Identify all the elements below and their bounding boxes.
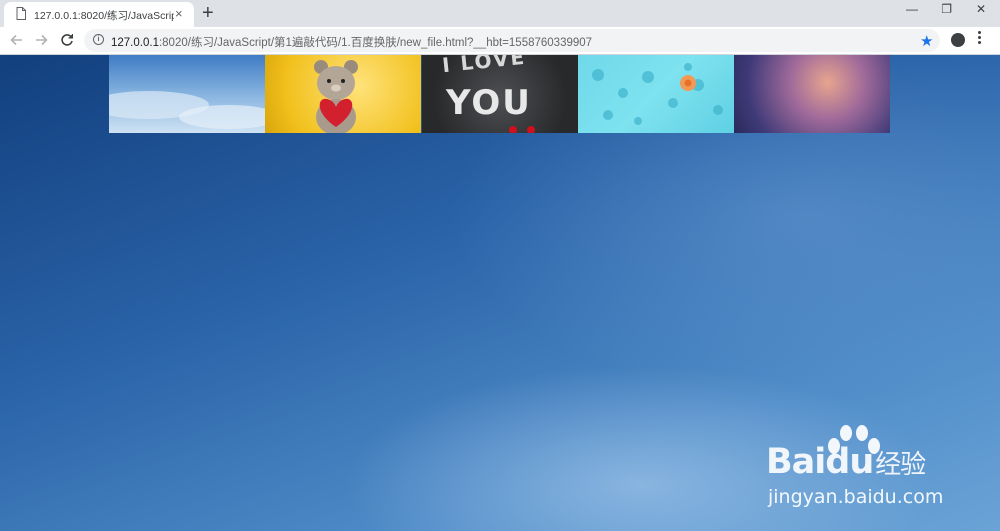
url-host: 127.0.0.1: [111, 37, 159, 49]
url-path: :8020/练习/JavaScript/第1遍敲代码/1.百度换肤/new_fi…: [158, 37, 593, 49]
skin-thumbnail-strip: I LOVE YOU: [109, 55, 891, 133]
watermark-brand-bai: Bai: [766, 442, 826, 482]
browser-tab[interactable]: 127.0.0.1:8020/练习/JavaScript/ ×: [4, 2, 194, 27]
menu-dots-icon[interactable]: [978, 31, 982, 46]
watermark-brand-du: du: [825, 442, 874, 482]
watermark-url: jingyan.baidu.com: [768, 486, 944, 508]
thumbnail-bear-with-heart[interactable]: [265, 55, 421, 133]
close-icon[interactable]: ×: [175, 6, 183, 22]
browser-toolbar: i 127.0.0.1:8020/练习/JavaScript/第1遍敲代码/1.…: [0, 27, 1000, 55]
thumbnail-sky-clouds[interactable]: [109, 55, 265, 133]
tab-title: 127.0.0.1:8020/练习/JavaScript/: [34, 10, 174, 22]
watermark-brand: Baidu经验: [766, 442, 926, 482]
tab-strip: 127.0.0.1:8020/练习/JavaScript/ × + — ❐ ✕: [0, 0, 1000, 27]
reload-icon[interactable]: [58, 31, 76, 49]
thumbnail-i-love-you[interactable]: I LOVE YOU: [422, 55, 578, 133]
watermark-brand-cn: 经验: [875, 450, 926, 480]
account-icon[interactable]: [951, 33, 965, 47]
star-icon[interactable]: ★: [920, 32, 933, 50]
baidu-jingyan-watermark: Baidu经验 jingyan.baidu.com: [766, 424, 966, 514]
info-icon[interactable]: i: [93, 34, 104, 45]
page-viewport: I LOVE YOU Baidu经验 jingyan.baidu.com: [0, 55, 1000, 531]
forward-arrow-icon[interactable]: [32, 31, 50, 49]
close-window-button[interactable]: ✕: [976, 2, 986, 16]
minimize-button[interactable]: —: [906, 2, 918, 16]
restore-button[interactable]: ❐: [941, 2, 952, 16]
url-text: 127.0.0.1:8020/练习/JavaScript/第1遍敲代码/1.百度…: [111, 34, 592, 50]
back-arrow-icon[interactable]: [8, 31, 26, 49]
plus-icon[interactable]: +: [202, 2, 214, 24]
address-bar[interactable]: i 127.0.0.1:8020/练习/JavaScript/第1遍敲代码/1.…: [84, 29, 940, 52]
thumbnail-water-flower[interactable]: [578, 55, 734, 133]
thumbnail-purple-blur[interactable]: [734, 55, 890, 133]
page-icon: [16, 7, 26, 20]
